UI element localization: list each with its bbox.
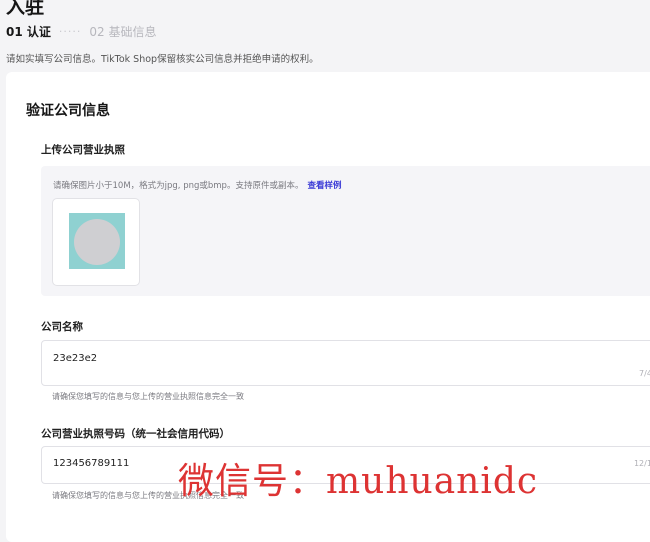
upload-hint: 请确保图片小于10M，格式为jpg, png或bmp。支持原件或副本。 查看样例 [53, 179, 341, 191]
license-number-counter: 12/18 [633, 459, 650, 468]
step-basic-info[interactable]: 02 基础信息 [89, 23, 156, 40]
license-upload-area[interactable]: 请确保图片小于10M，格式为jpg, png或bmp。支持原件或副本。 查看样例 [41, 166, 650, 296]
stepper: 01 认证 ····· 02 基础信息 [6, 23, 156, 40]
notice-text: 请如实填写公司信息。TikTok Shop保留核实公司信息并拒绝申请的权利。 [6, 54, 319, 65]
license-number-label: 公司营业执照号码（统一社会信用代码） [41, 428, 230, 440]
page-title: 入驻 [6, 0, 45, 18]
license-thumbnail[interactable] [52, 198, 140, 286]
step-verify[interactable]: 01 认证 [6, 23, 51, 40]
company-name-counter: 7/40 [639, 369, 650, 378]
license-upload-label: 上传公司营业执照 [41, 144, 125, 156]
image-placeholder-shape [74, 219, 120, 265]
license-image-icon [69, 213, 125, 269]
company-name-input[interactable]: 23e23e2 7/40 [41, 340, 650, 386]
upload-hint-text: 请确保图片小于10M，格式为jpg, png或bmp。支持原件或副本。 [53, 181, 304, 191]
view-sample-link[interactable]: 查看样例 [307, 181, 341, 191]
card-title: 验证公司信息 [26, 103, 110, 119]
license-number-value[interactable]: 123456789111 [53, 458, 129, 469]
company-name-helper: 请确保您填写的信息与您上传的营业执照信息完全一致 [52, 392, 244, 401]
company-name-value[interactable]: 23e23e2 [53, 353, 97, 364]
step-separator: ····· [58, 25, 82, 38]
watermark-text: 微信号：muhuanidc [178, 461, 539, 502]
company-name-label: 公司名称 [41, 321, 83, 333]
